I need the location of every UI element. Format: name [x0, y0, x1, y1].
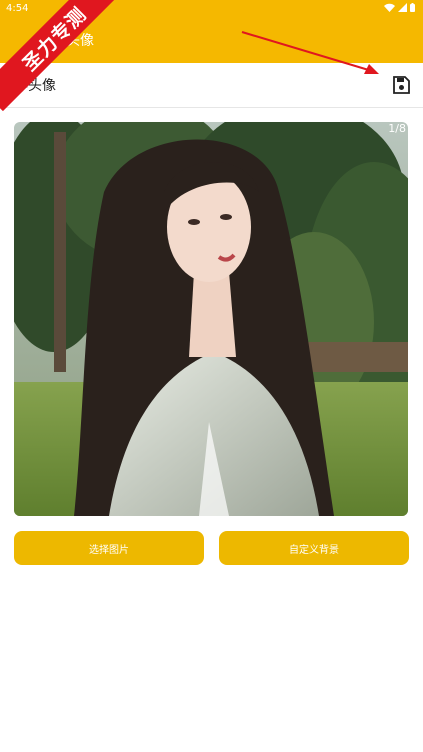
signal-icon [398, 3, 407, 12]
select-image-button[interactable]: 选择图片 [14, 531, 204, 565]
battery-icon [410, 3, 415, 12]
save-icon[interactable] [391, 75, 411, 95]
toolbar: 作头像 [0, 63, 423, 108]
wifi-icon [384, 3, 395, 12]
avatar-photo[interactable]: 1/8 [14, 122, 408, 516]
status-time: 4:54 [6, 3, 29, 14]
image-counter: 1/8 [388, 122, 406, 135]
custom-background-button[interactable]: 自定义背景 [219, 531, 409, 565]
status-icons [384, 3, 415, 12]
portrait-image [14, 122, 408, 516]
